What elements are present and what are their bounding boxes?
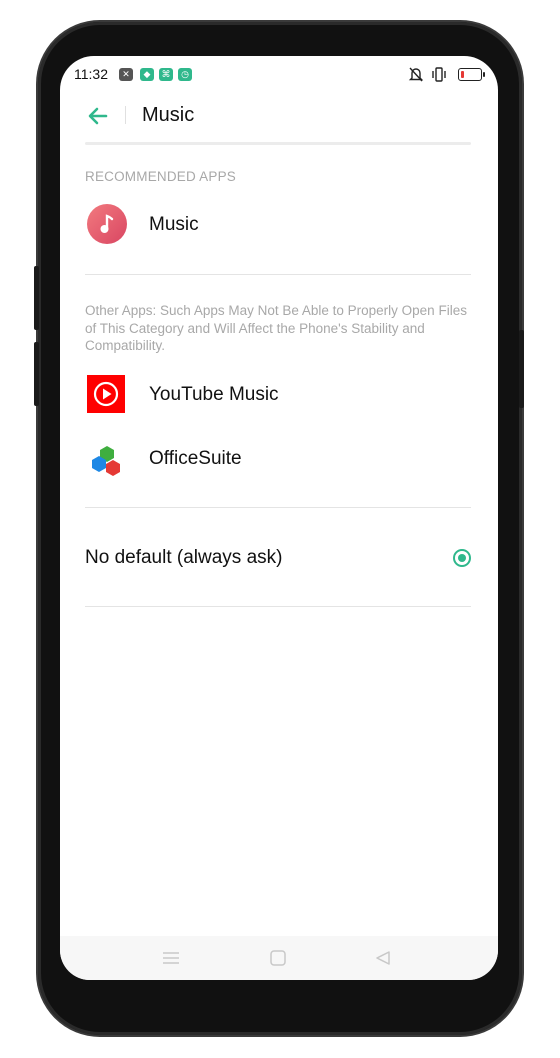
- radio-selected[interactable]: [453, 549, 471, 567]
- mute-icon: [408, 67, 424, 82]
- other-apps-note: Other Apps: Such Apps May Not Be Able to…: [85, 303, 467, 353]
- list-item-music[interactable]: Music: [85, 198, 471, 254]
- menu-icon[interactable]: [162, 950, 180, 966]
- clock-icon: ◷: [178, 68, 192, 81]
- power-button: [519, 330, 524, 408]
- option-label: No default (always ask): [85, 547, 283, 568]
- screen: 11:32 ✕ ◆ ⌘ ◷ Music RECOMMENDED APPS Mus…: [60, 56, 498, 980]
- divider: [85, 507, 471, 508]
- shield-icon: ◆: [140, 68, 154, 81]
- volume-button: [34, 266, 39, 330]
- list-item-youtube-music[interactable]: YouTube Music: [85, 367, 471, 423]
- app-name: OfficeSuite: [149, 448, 242, 469]
- app-name: Music: [149, 214, 199, 235]
- status-time: 11:32: [74, 66, 108, 82]
- battery-icon: [458, 68, 485, 81]
- notification-x-icon: ✕: [119, 68, 133, 81]
- officesuite-icon: [92, 446, 120, 476]
- app-icon: ⌘: [159, 68, 173, 81]
- app-name: YouTube Music: [149, 384, 279, 405]
- divider: [85, 274, 471, 275]
- list-item-officesuite[interactable]: OfficeSuite: [85, 432, 471, 488]
- header-divider: [125, 106, 126, 124]
- status-bar: 11:32 ✕ ◆ ⌘ ◷: [60, 56, 498, 94]
- navigation-bar: [60, 936, 498, 980]
- divider: [85, 606, 471, 607]
- page-title: Music: [142, 104, 195, 126]
- youtube-music-icon: [87, 375, 125, 413]
- app-header: Music: [60, 94, 498, 138]
- home-icon[interactable]: [269, 950, 287, 966]
- music-note-icon: [87, 204, 127, 244]
- header-shadow: [85, 142, 471, 145]
- vibrate-icon: [432, 67, 446, 82]
- arrow-left-icon[interactable]: [86, 104, 110, 128]
- option-no-default[interactable]: No default (always ask): [85, 530, 471, 586]
- back-triangle-icon[interactable]: [374, 950, 392, 966]
- section-label-recommended: RECOMMENDED APPS: [85, 169, 236, 184]
- volume-button-2: [34, 342, 39, 406]
